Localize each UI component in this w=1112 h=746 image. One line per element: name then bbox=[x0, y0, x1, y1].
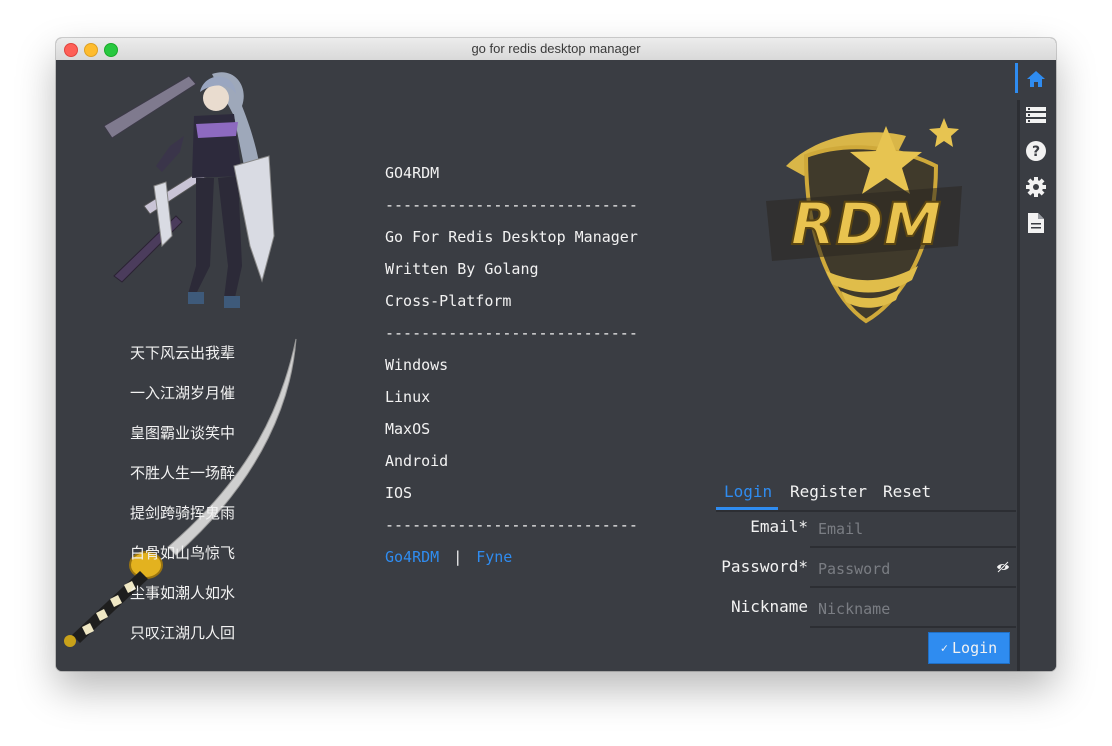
logo-text: RDM bbox=[791, 190, 942, 258]
platform-item: Android bbox=[385, 452, 449, 470]
go4rdm-link[interactable]: Go4RDM bbox=[385, 548, 439, 566]
settings-button[interactable] bbox=[1015, 170, 1056, 204]
divider-line: ---------------------------- bbox=[385, 324, 638, 342]
toggle-password-visibility-icon[interactable] bbox=[996, 560, 1010, 574]
email-field[interactable] bbox=[810, 512, 1016, 548]
tab-register[interactable]: Register bbox=[790, 482, 867, 501]
links-row: Go4RDM | Fyne bbox=[385, 546, 685, 578]
poem-line: 天下风云出我辈 bbox=[130, 344, 236, 362]
tab-reset[interactable]: Reset bbox=[883, 482, 931, 501]
document-button[interactable] bbox=[1015, 206, 1056, 240]
poem-line: 皇图霸业谈笑中 bbox=[130, 424, 236, 442]
poem-line: 提剑跨骑挥鬼雨 bbox=[130, 504, 236, 522]
auth-tabs: Login Register Reset bbox=[716, 480, 1016, 512]
link-separator: | bbox=[453, 548, 463, 566]
app-platform-note: Cross-Platform bbox=[385, 292, 512, 310]
server-list-icon bbox=[1025, 107, 1046, 123]
email-label: Email* bbox=[750, 517, 808, 536]
platform-item: IOS bbox=[385, 484, 413, 502]
home-page: 天下风云出我辈 一入江湖岁月催 皇图霸业谈笑中 不胜人生一场醉 提剑跨骑挥鬼雨 … bbox=[56, 60, 1056, 671]
poem-line: 一入江湖岁月催 bbox=[130, 384, 236, 402]
right-toolbar: ? bbox=[1015, 60, 1056, 671]
connections-button[interactable] bbox=[1015, 98, 1056, 132]
app-window: go for redis desktop manager 天下风云出我辈 一入江… bbox=[56, 38, 1056, 671]
home-icon bbox=[1026, 71, 1045, 87]
titlebar[interactable]: go for redis desktop manager bbox=[56, 38, 1056, 61]
login-button[interactable]: ✓ Login bbox=[928, 632, 1010, 664]
gear-icon bbox=[1025, 177, 1046, 197]
poem: 天下风云出我辈 一入江湖岁月催 皇图霸业谈笑中 不胜人生一场醉 提剑跨骑挥鬼雨 … bbox=[130, 342, 270, 662]
divider-line: ---------------------------- bbox=[385, 196, 638, 214]
home-button[interactable] bbox=[1015, 62, 1056, 96]
poem-line: 尘事如潮人如水 bbox=[130, 584, 236, 602]
fyne-link[interactable]: Fyne bbox=[476, 548, 512, 566]
svg-text:?: ? bbox=[1031, 144, 1039, 160]
password-label: Password* bbox=[721, 557, 808, 576]
document-icon bbox=[1027, 213, 1044, 233]
password-field[interactable] bbox=[810, 552, 1016, 588]
divider-line: ---------------------------- bbox=[385, 516, 638, 534]
help-button[interactable]: ? bbox=[1015, 134, 1056, 168]
rdm-logo: RDM bbox=[766, 118, 962, 324]
poem-line: 只叹江湖几人回 bbox=[130, 624, 236, 642]
nickname-label: Nickname bbox=[730, 597, 808, 616]
tab-login[interactable]: Login bbox=[724, 482, 772, 501]
nickname-field[interactable] bbox=[810, 592, 1016, 628]
help-icon: ? bbox=[1025, 141, 1046, 161]
poem-line: 白骨如山鸟惊飞 bbox=[130, 544, 236, 562]
swordsman-illustration bbox=[103, 72, 275, 308]
app-name: GO4RDM bbox=[385, 164, 440, 182]
window-title: go for redis desktop manager bbox=[471, 41, 641, 56]
login-button-label: Login bbox=[952, 639, 998, 657]
platform-item: Linux bbox=[385, 388, 431, 406]
platform-item: MaxOS bbox=[385, 420, 431, 438]
platform-item: Windows bbox=[385, 356, 449, 374]
app-language: Written By Golang bbox=[385, 260, 539, 278]
poem-line: 不胜人生一场醉 bbox=[130, 464, 236, 482]
check-icon: ✓ bbox=[940, 641, 949, 655]
app-description: Go For Redis Desktop Manager bbox=[385, 228, 638, 246]
app-info: GO4RDM ---------------------------- Go F… bbox=[385, 162, 685, 578]
